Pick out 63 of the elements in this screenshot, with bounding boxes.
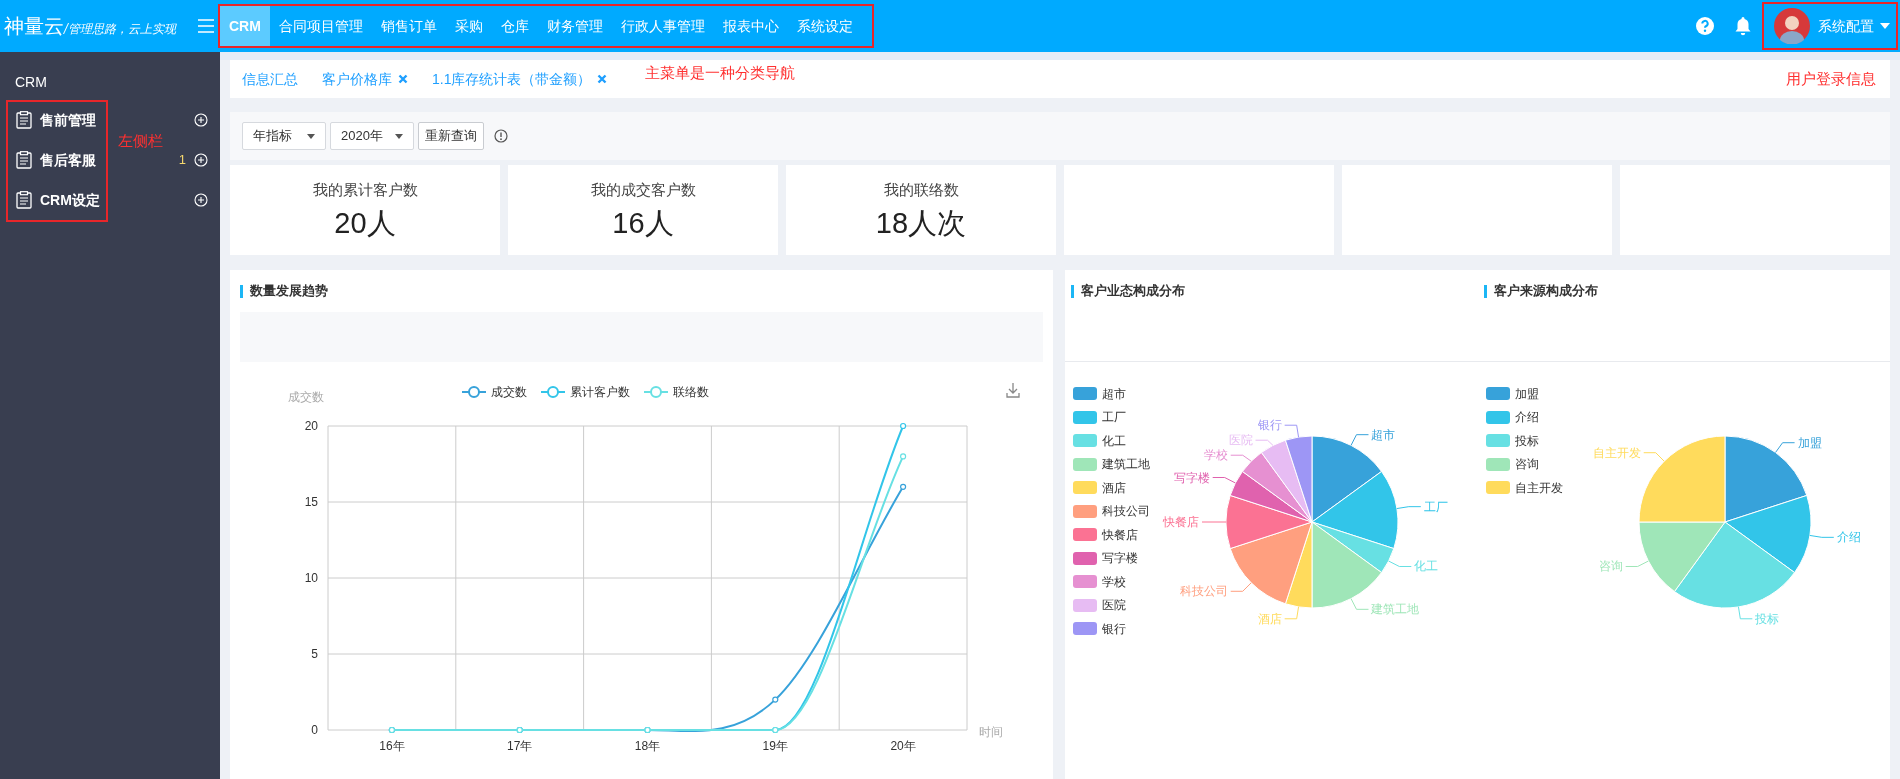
stat-label: 我的成交客户数 xyxy=(590,179,696,200)
stat-value: 18人次 xyxy=(875,206,967,242)
slice-label: 写字楼 xyxy=(1173,470,1210,485)
axis-label: 10 xyxy=(304,571,318,585)
slice-label: 工厂 xyxy=(1423,499,1448,514)
stat-label: 我的联络数 xyxy=(883,179,959,200)
slice-label: 学校 xyxy=(1203,448,1228,463)
axis-title: 成交数 xyxy=(288,390,324,404)
slice-label: 快餐店 xyxy=(1163,515,1199,529)
chart-title: 客户来源构成分布 xyxy=(1493,282,1598,301)
axis-label: 0 xyxy=(311,723,318,737)
legend-label: 加盟 xyxy=(1514,385,1539,403)
legend-label: 化工 xyxy=(1102,432,1126,450)
legend-label: 银行 xyxy=(1102,620,1126,638)
axis-label: 17年 xyxy=(507,739,533,753)
legend-label: 建筑工地 xyxy=(1102,456,1150,474)
logo-text: 神量云 xyxy=(4,14,64,39)
slice-label: 酒店 xyxy=(1257,611,1282,626)
stat-value: 16人 xyxy=(612,206,674,242)
count-text: 1 xyxy=(178,151,186,170)
axis-label: 15 xyxy=(304,495,318,509)
stat-label: 我的累计客户数 xyxy=(312,179,418,200)
annotation-text: 用户登录信息 xyxy=(1786,68,1876,89)
legend-label: 联络数 xyxy=(673,385,709,399)
slice-label: 化工 xyxy=(1414,559,1439,574)
legend-label: 酒店 xyxy=(1102,479,1126,497)
slice-label: 超市 xyxy=(1371,427,1396,442)
legend-label: 累计客户数 xyxy=(570,385,630,399)
annotation-text: 主菜单是一种分类导航 xyxy=(645,63,796,83)
annotation-text: 左侧栏 xyxy=(118,131,163,151)
legend-label: 工厂 xyxy=(1102,409,1126,427)
legend-label: 写字楼 xyxy=(1102,550,1138,568)
legend-label: 投标 xyxy=(1514,432,1539,450)
slice-label: 科技公司 xyxy=(1179,584,1228,599)
slice-label: 投标 xyxy=(1754,611,1779,626)
axis-label: 5 xyxy=(311,647,318,661)
slice-label: 医院 xyxy=(1228,433,1253,448)
legend-label: 医院 xyxy=(1102,597,1126,615)
chart-title: 数量发展趋势 xyxy=(250,282,328,301)
slice-label: 加盟 xyxy=(1797,435,1822,450)
axis-label: 18年 xyxy=(634,739,661,753)
axis-label: 19年 xyxy=(762,739,788,753)
legend-label: 学校 xyxy=(1102,573,1126,591)
legend-label: 快餐店 xyxy=(1102,526,1138,544)
slice-label: 介绍 xyxy=(1836,530,1861,545)
axis-label: 16年 xyxy=(379,739,405,753)
slice-label: 咨询 xyxy=(1598,559,1623,574)
legend-label: 科技公司 xyxy=(1102,503,1150,521)
legend-label: 自主开发 xyxy=(1514,479,1563,497)
slice-label: 建筑工地 xyxy=(1371,602,1420,617)
axis-title: 时间 xyxy=(979,725,1003,739)
legend-label: 成交数 xyxy=(491,385,527,399)
sidebar-title: CRM xyxy=(14,73,48,92)
legend-label: 介绍 xyxy=(1514,409,1539,427)
axis-label: 20年 xyxy=(890,739,916,753)
chart-title: 客户业态构成分布 xyxy=(1081,282,1185,301)
slice-label: 银行 xyxy=(1257,418,1282,433)
legend-label: 咨询 xyxy=(1514,456,1539,474)
stat-value: 20人 xyxy=(334,206,396,242)
legend-label: 超市 xyxy=(1102,385,1126,403)
slogan-text: /管理思路，云上实现 xyxy=(64,21,177,38)
axis-label: 20 xyxy=(304,419,318,433)
slice-label: 自主开发 xyxy=(1592,445,1641,460)
